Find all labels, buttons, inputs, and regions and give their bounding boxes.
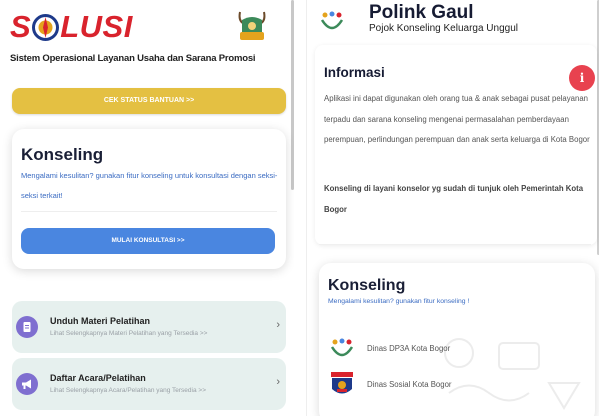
anniversary-badge-icon [232, 8, 272, 48]
solusi-logo: S LUSI [10, 10, 133, 44]
org-item-dinsos[interactable]: Dinas Sosial Kota Bogor [329, 371, 589, 401]
brand-prefix: S [10, 9, 32, 44]
brand-suffix: LUSI [60, 9, 133, 44]
konseling-card: Konseling Mengalami kesulitan? gunakan f… [12, 129, 286, 269]
konseling-title: Konseling [328, 277, 406, 294]
solusi-screen: S LUSI Sistem Operasional Layanan Usaha [0, 0, 294, 416]
dp3a-logo-icon [319, 10, 347, 38]
informasi-title: Informasi [324, 65, 385, 80]
org-item-dp3a[interactable]: Dinas DP3A Kota Bogor [329, 335, 589, 365]
app-screens: S LUSI Sistem Operasional Layanan Usaha [0, 0, 599, 416]
divider [319, 244, 591, 245]
app-subtitle: Pojok Konseling Keluarga Unggul [369, 23, 518, 34]
menu-item-daftar-acara[interactable]: Daftar Acara/Pelatihan Lihat Selengkapny… [12, 358, 286, 410]
brand-tagline: Sistem Operasional Layanan Usaha dan Sar… [10, 53, 256, 64]
informasi-body: Aplikasi ini dapat digunakan oleh orang … [324, 94, 590, 144]
mulai-konsultasi-button[interactable]: MULAI KONSULTASI >> [21, 228, 275, 254]
chevron-right-icon: › [276, 376, 280, 388]
document-icon [16, 316, 38, 338]
informasi-card: Informasi i Aplikasi ini dapat digunakan… [315, 45, 597, 245]
divider [21, 211, 277, 212]
menu-item-title: Daftar Acara/Pelatihan [50, 373, 146, 383]
app-title: Polink Gaul [369, 2, 474, 23]
chevron-right-icon: › [276, 319, 280, 331]
menu-item-unduh-materi[interactable]: Unduh Materi Pelatihan Lihat Selengkapny… [12, 301, 286, 353]
konseling-subtitle: Mengalami kesulitan? gunakan fitur konse… [328, 298, 470, 305]
org-label: Dinas Sosial Kota Bogor [367, 380, 452, 389]
menu-item-subtitle: Lihat Selengkapnya Acara/Pelatihan yang … [50, 387, 206, 394]
menu-item-title: Unduh Materi Pelatihan [50, 316, 151, 326]
polink-gaul-screen: Polink Gaul Pojok Konseling Keluarga Ung… [306, 0, 599, 416]
info-alert-icon[interactable]: i [569, 65, 595, 91]
kota-bogor-crest-icon [329, 371, 355, 399]
konseling-title: Konseling [21, 145, 104, 164]
dp3a-logo-icon [329, 335, 355, 363]
megaphone-icon [16, 373, 38, 395]
left-scrollbar[interactable] [291, 0, 294, 190]
konseling-subtitle: Mengalami kesulitan? gunakan fitur konse… [21, 171, 278, 200]
org-label: Dinas DP3A Kota Bogor [367, 344, 451, 353]
header: S LUSI [10, 8, 272, 48]
konseling-card: Konseling Mengalami kesulitan? gunakan f… [319, 263, 595, 416]
cek-status-bantuan-button[interactable]: CEK STATUS BANTUAN >> [12, 88, 286, 114]
menu-item-subtitle: Lihat Selengkapnya Materi Pelatihan yang… [50, 330, 208, 337]
informasi-note: Konseling di layani konselor yg sudah di… [324, 184, 584, 214]
brand-o-mark-icon [32, 14, 60, 41]
